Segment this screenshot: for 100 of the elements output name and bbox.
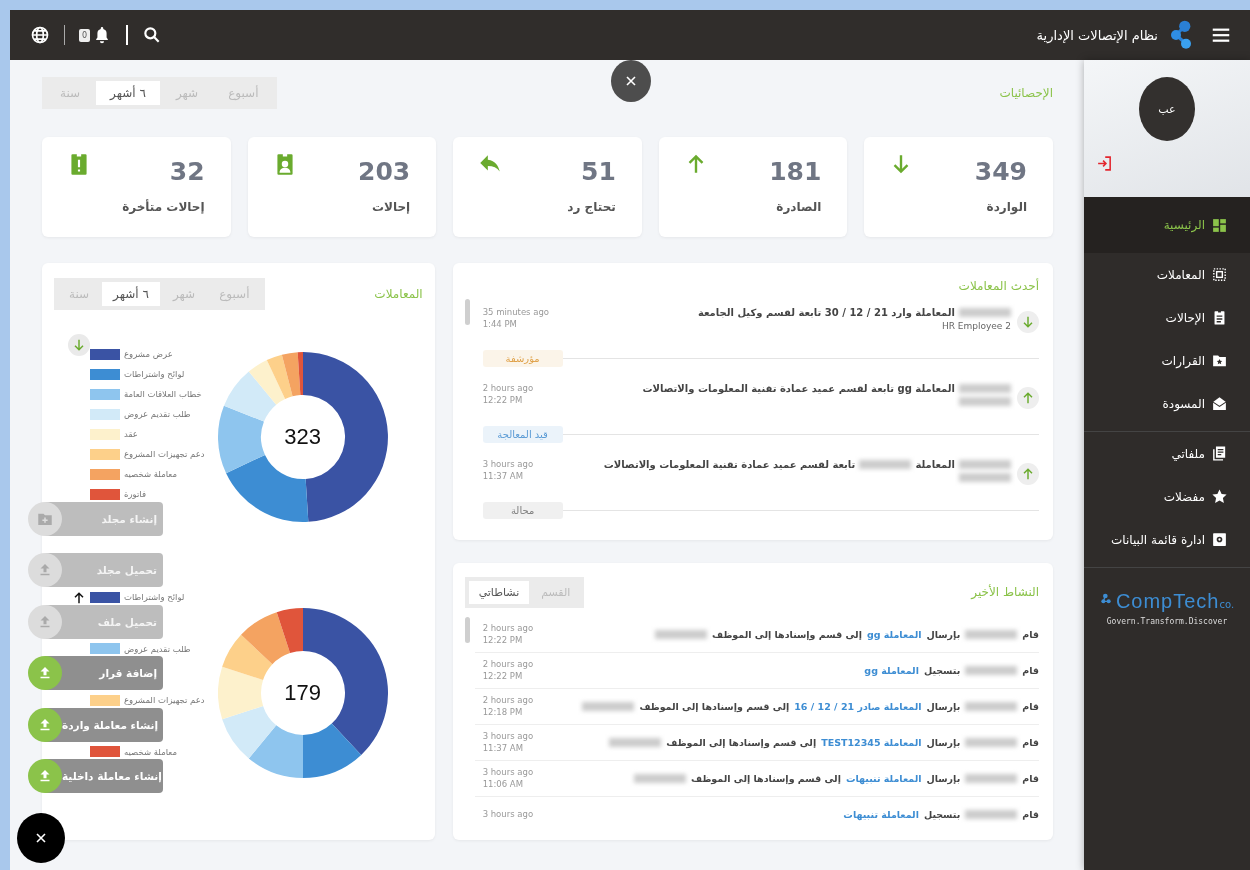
activity-text: قام bbox=[1022, 665, 1039, 676]
period-tab[interactable]: ٦ أشهر bbox=[96, 80, 160, 105]
legend-label: لوائح واشتراطات bbox=[124, 592, 185, 602]
sidebar-item[interactable]: الإحالات bbox=[1084, 296, 1250, 339]
card-title: المعاملات bbox=[374, 287, 423, 301]
stat-label: الواردة bbox=[985, 200, 1027, 214]
chart-total: 179 bbox=[284, 680, 321, 706]
sidebar-item[interactable]: ملفاتي bbox=[1084, 432, 1250, 475]
period-tab[interactable]: ٦ أشهر bbox=[102, 282, 160, 306]
activity-text: بإرسال bbox=[926, 737, 961, 748]
activity-text: بإرسال bbox=[926, 773, 961, 784]
stat-label: الصادرة bbox=[775, 200, 822, 214]
chart-total: 323 bbox=[284, 424, 321, 450]
time-ago-label: 2 hours ago bbox=[482, 383, 535, 395]
transaction-link[interactable]: المعاملة تنبيهات bbox=[845, 773, 922, 784]
activity-text: إلى قسم وإسنادها إلى الموظف bbox=[712, 629, 862, 640]
action-button[interactable]: إضافة قرار bbox=[28, 656, 163, 691]
time-ago-label: 2 hours ago bbox=[482, 694, 535, 707]
globe-icon[interactable] bbox=[30, 25, 50, 45]
dashboard-icon bbox=[1211, 216, 1228, 234]
transaction-link[interactable]: المعاملة TEST12345 bbox=[821, 737, 922, 748]
legend-label: عرض مشروع bbox=[124, 349, 173, 359]
activity-text: قام bbox=[1022, 737, 1039, 748]
stat-value: 181 bbox=[769, 157, 822, 186]
redacted-text bbox=[965, 630, 1018, 639]
stat-value: 349 bbox=[974, 157, 1027, 186]
section-title: الإحصائيات bbox=[999, 85, 1053, 100]
brand-tagline: Govern.Transform.Discover bbox=[1105, 617, 1229, 626]
stat-value: 51 bbox=[581, 157, 616, 186]
activity-text: قام bbox=[1022, 701, 1039, 712]
settings-icon bbox=[1211, 531, 1228, 548]
activity-text: قام bbox=[1022, 809, 1039, 820]
activity-text: بإرسال bbox=[926, 701, 961, 712]
status-badge: مؤرشفة bbox=[482, 350, 563, 367]
sidebar-item[interactable]: القرارات bbox=[1084, 339, 1250, 382]
period-tab[interactable]: نشاطاتي bbox=[468, 580, 530, 604]
sidebar-item[interactable]: الرئيسية bbox=[1084, 197, 1250, 253]
notification-count: 0 bbox=[79, 28, 91, 42]
donut-slice bbox=[217, 666, 263, 720]
redacted-text bbox=[609, 738, 662, 747]
transaction-link[interactable]: المعاملة صادر 21 / 12 / 16 bbox=[794, 701, 922, 712]
stat-label: إحالات متأخرة bbox=[121, 200, 205, 214]
activity-text: قام bbox=[1022, 773, 1039, 784]
redacted-text bbox=[959, 397, 1011, 406]
legend-label: معاملة شخصيه bbox=[124, 469, 177, 479]
activity-text: بإرسال bbox=[926, 629, 961, 640]
redacted-text bbox=[634, 774, 687, 783]
redacted-text bbox=[965, 810, 1018, 819]
scrollbar-thumb[interactable] bbox=[464, 299, 470, 325]
time-label: 11:37 AM bbox=[482, 742, 524, 755]
legend-label: عقد bbox=[124, 429, 138, 439]
dotted-square-icon bbox=[1211, 266, 1228, 283]
brand-name: CompTech bbox=[1115, 590, 1220, 613]
activity-text: إلى قسم وإسنادها إلى الموظف bbox=[639, 701, 790, 712]
redacted-text bbox=[965, 774, 1018, 783]
legend-label: معاملة شخصيه bbox=[124, 746, 177, 757]
transaction-title: تابعة لقسم عميد عمادة تقنية المعلومات والاتصالات bbox=[603, 459, 856, 470]
activity-text: إلى قسم وإسنادها إلى الموظف bbox=[691, 773, 841, 784]
transaction-link[interactable]: المعاملة gg bbox=[864, 665, 919, 676]
time-label: 11:37 AM bbox=[482, 470, 524, 483]
activity-text: إلى قسم وإسنادها إلى الموظف bbox=[666, 737, 817, 748]
employee-name: HR Employee 2 bbox=[941, 321, 1011, 331]
redacted-text bbox=[859, 460, 912, 469]
time-label: 1:44 PM bbox=[482, 318, 518, 331]
time-ago-label: 2 hours ago bbox=[482, 622, 535, 635]
time-ago-label: 3 hours ago bbox=[482, 766, 535, 779]
envelope-icon bbox=[1211, 395, 1228, 412]
time-label: 11:06 AM bbox=[482, 778, 524, 791]
card-title: أحدث المعاملات bbox=[957, 279, 1039, 293]
time-label: 12:22 PM bbox=[482, 394, 524, 407]
stat-value: 32 bbox=[169, 157, 205, 186]
time-label: 12:22 PM bbox=[482, 670, 524, 683]
sidebar-item[interactable]: مفضلات bbox=[1084, 475, 1250, 518]
logout-icon[interactable] bbox=[1096, 155, 1113, 172]
legend-label: خطاب العلاقات العامة bbox=[124, 389, 202, 399]
sidebar-item[interactable]: المسودة bbox=[1084, 382, 1250, 425]
legend-label: دعم تجهيزات المشروع bbox=[124, 695, 205, 705]
star-icon bbox=[1211, 488, 1228, 505]
sidebar-item[interactable]: ادارة قائمة البيانات bbox=[1084, 518, 1250, 561]
legend-label: دعم تجهيزات المشروع bbox=[124, 449, 205, 459]
action-button[interactable]: إنشاء معاملة واردة bbox=[28, 707, 163, 742]
donut-slice bbox=[221, 706, 276, 759]
activity-text: قام bbox=[1022, 629, 1039, 640]
legend-label: طلب تقديم عروض bbox=[124, 643, 191, 654]
transaction-title: المعاملة bbox=[915, 459, 955, 470]
time-ago-label: 3 hours ago bbox=[482, 459, 535, 471]
documents-icon bbox=[1211, 445, 1228, 462]
transaction-link[interactable]: المعاملة gg bbox=[866, 629, 922, 640]
scrollbar-thumb[interactable] bbox=[464, 617, 470, 643]
avatar: عب bbox=[1139, 77, 1195, 141]
time-label: 12:18 PM bbox=[482, 706, 524, 719]
redacted-text bbox=[959, 460, 1011, 469]
transaction-link[interactable]: المعاملة تنبيهات bbox=[843, 809, 919, 820]
legend-label: فاتورة bbox=[124, 489, 146, 499]
transaction-title: المعاملة وارد 21 / 12 / 30 تابعة لقسم وكيل الجامعة bbox=[697, 307, 955, 318]
time-label: 12:22 PM bbox=[482, 634, 524, 647]
redacted-text bbox=[655, 630, 708, 639]
redacted-text bbox=[582, 702, 635, 711]
sidebar-item[interactable]: المعاملات bbox=[1084, 253, 1250, 296]
action-button[interactable]: إنشاء معاملة داخلية bbox=[28, 758, 163, 793]
